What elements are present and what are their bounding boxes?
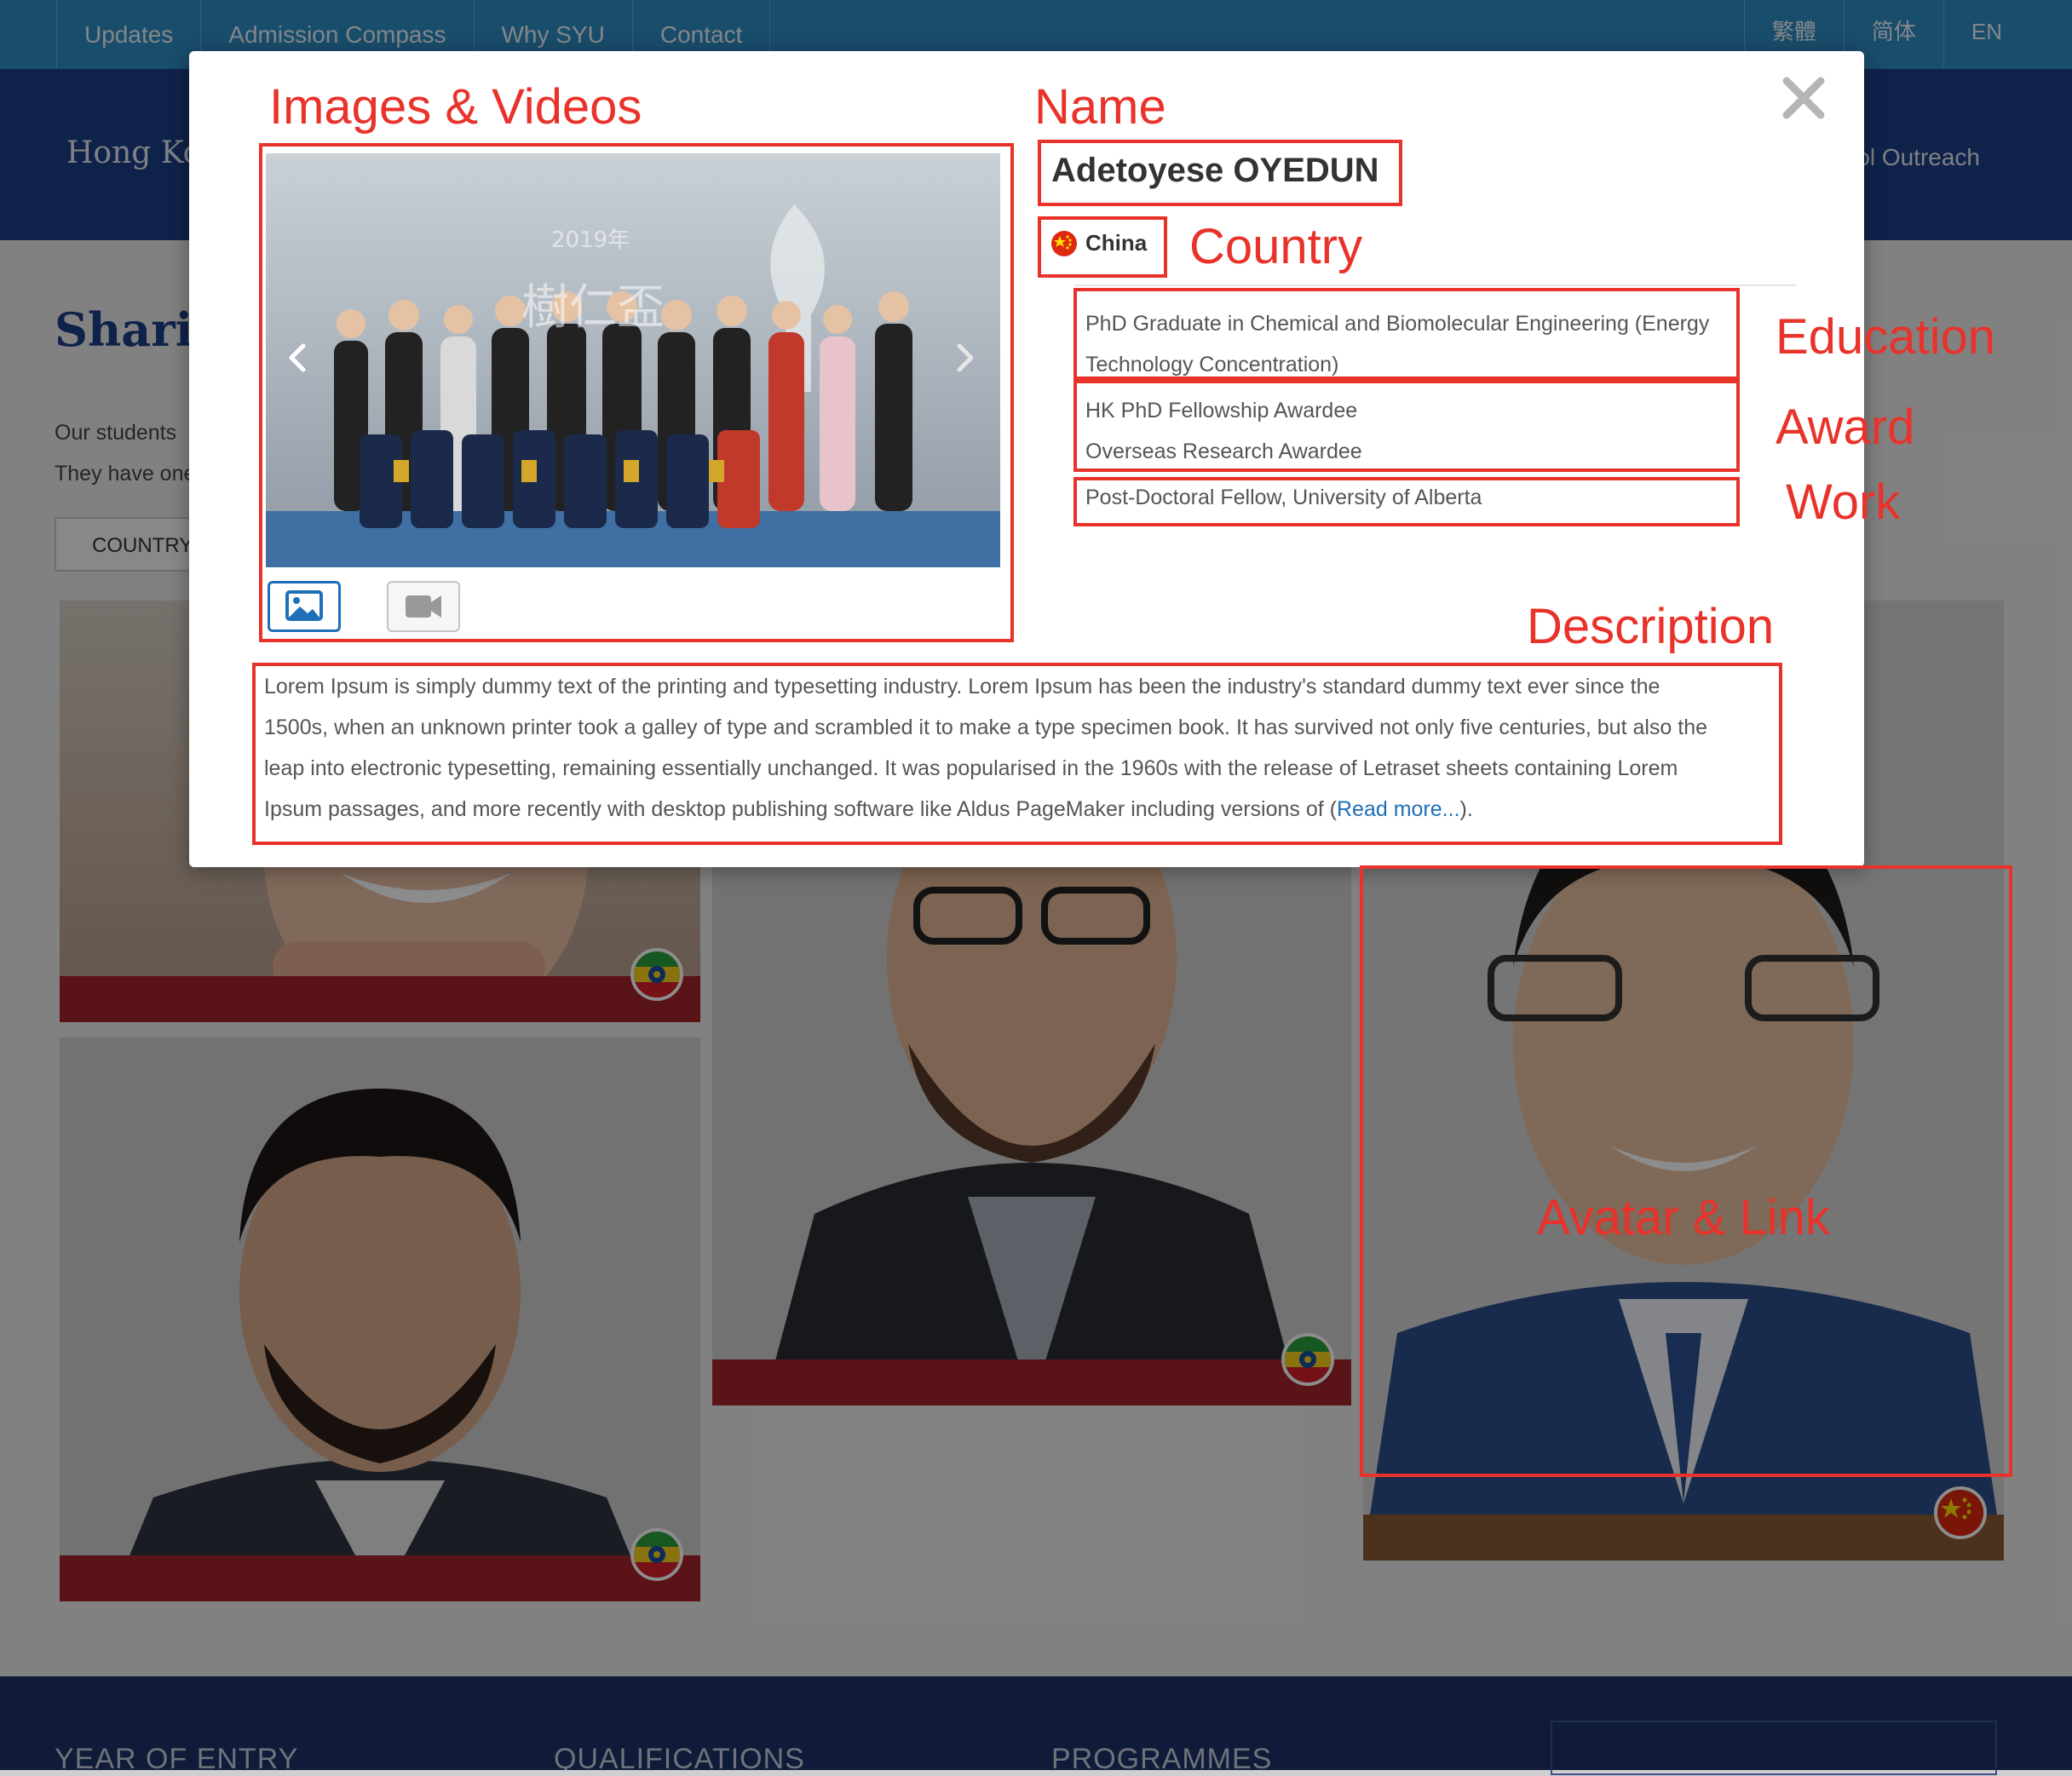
annotation-box-country [1038, 216, 1167, 278]
annotation-label-work: Work [1786, 474, 1901, 530]
annotation-box-description [252, 663, 1782, 845]
annotation-box-images-videos [259, 143, 1014, 642]
annotation-box-name [1038, 140, 1402, 206]
annotation-box-award [1073, 380, 1740, 472]
annotation-label-avatar-link: Avatar & Link [1537, 1190, 1830, 1245]
annotation-box-education [1073, 288, 1740, 380]
annotation-label-education: Education [1776, 309, 1995, 365]
annotation-label-name: Name [1034, 79, 1166, 135]
annotation-label-award: Award [1776, 399, 1915, 455]
annotation-label-images-videos: Images & Videos [269, 79, 642, 135]
annotation-box-avatar-link [1360, 865, 2012, 1477]
close-icon[interactable] [1778, 72, 1829, 124]
divider [1075, 285, 1796, 286]
annotation-label-country: Country [1189, 219, 1363, 274]
annotation-box-work [1073, 477, 1740, 526]
annotation-label-description: Description [1527, 599, 1775, 654]
